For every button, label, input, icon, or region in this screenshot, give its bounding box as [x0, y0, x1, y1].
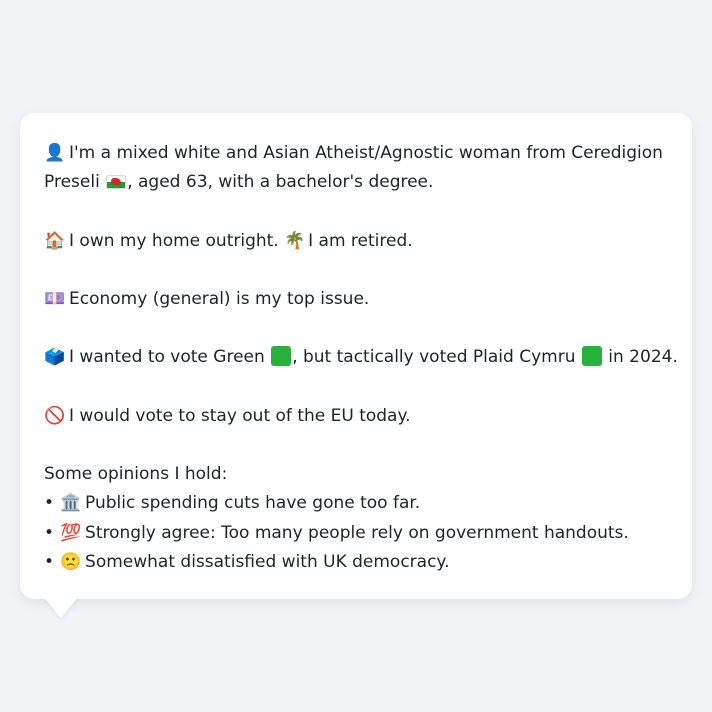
- profile-line-1: 👤 I'm a mixed white and Asian Atheist/Agn…: [44, 139, 668, 168]
- opinion-item: • 🙁 Somewhat dissatisfied with UK democrac…: [44, 548, 668, 577]
- ballot-box-icon: 🗳️: [44, 347, 66, 368]
- bullet: •: [44, 551, 55, 572]
- wales-flag-icon: [106, 175, 127, 190]
- home-ownership-text: I own my home outright.: [69, 230, 279, 251]
- opinions-heading: Some opinions I hold:: [44, 464, 228, 485]
- profile-identity-text: I'm a mixed white and Asian Atheist/Agno…: [69, 143, 663, 163]
- bubble-tail: [43, 596, 79, 618]
- frowning-face-icon: 🙁: [60, 551, 82, 572]
- opinion-item: • 💯 Strongly agree: Too many people rely o…: [44, 519, 668, 548]
- opinion-text: Strongly agree: Too many people rely on …: [85, 522, 629, 543]
- person-icon: 👤: [44, 143, 66, 163]
- employment-text: I am retired.: [308, 230, 413, 251]
- prohibited-icon: 🚫: [44, 405, 66, 426]
- eu-stance-text: I would vote to stay out of the EU today…: [69, 405, 411, 426]
- tactical-vote-text: , but tactically voted Plaid Cymru: [292, 347, 576, 368]
- palm-tree-icon: 🌴: [284, 230, 306, 251]
- top-issue-text: Economy (general) is my top issue.: [69, 288, 370, 309]
- green-square-icon: [271, 346, 292, 367]
- vote-intent-text: I wanted to vote Green: [69, 347, 265, 368]
- profile-line-2: Preseli , aged 63, with a bachelor's deg…: [44, 168, 668, 197]
- banknote-icon: 💷: [44, 288, 66, 309]
- bullet: •: [44, 522, 55, 543]
- hundred-points-icon: 💯: [60, 522, 82, 543]
- opinion-text: Public spending cuts have gone too far.: [85, 493, 421, 514]
- vote-line: 🗳️ I wanted to vote Green , but tacticall…: [44, 343, 678, 372]
- home-line: 🏠 I own my home outright. 🌴 I am retired.: [44, 227, 668, 256]
- opinion-item: • 🏛️ Public spending cuts have gone too fa…: [44, 489, 668, 518]
- house-icon: 🏠: [44, 230, 66, 251]
- opinion-text: Somewhat dissatisfied with UK democracy.: [85, 551, 450, 572]
- vote-year-text: in 2024.: [608, 347, 678, 368]
- bullet: •: [44, 493, 55, 514]
- classical-building-icon: 🏛️: [60, 493, 82, 514]
- eu-line: 🚫 I would vote to stay out of the EU toda…: [44, 402, 668, 431]
- persona-message-bubble: 👤 I'm a mixed white and Asian Atheist/Agn…: [20, 113, 692, 599]
- green-square-icon: [581, 346, 602, 367]
- profile-age-education-text: , aged 63, with a bachelor's degree.: [127, 172, 434, 193]
- profile-constituency-text: Preseli: [44, 172, 100, 193]
- issue-line: 💷 Economy (general) is my top issue.: [44, 285, 668, 314]
